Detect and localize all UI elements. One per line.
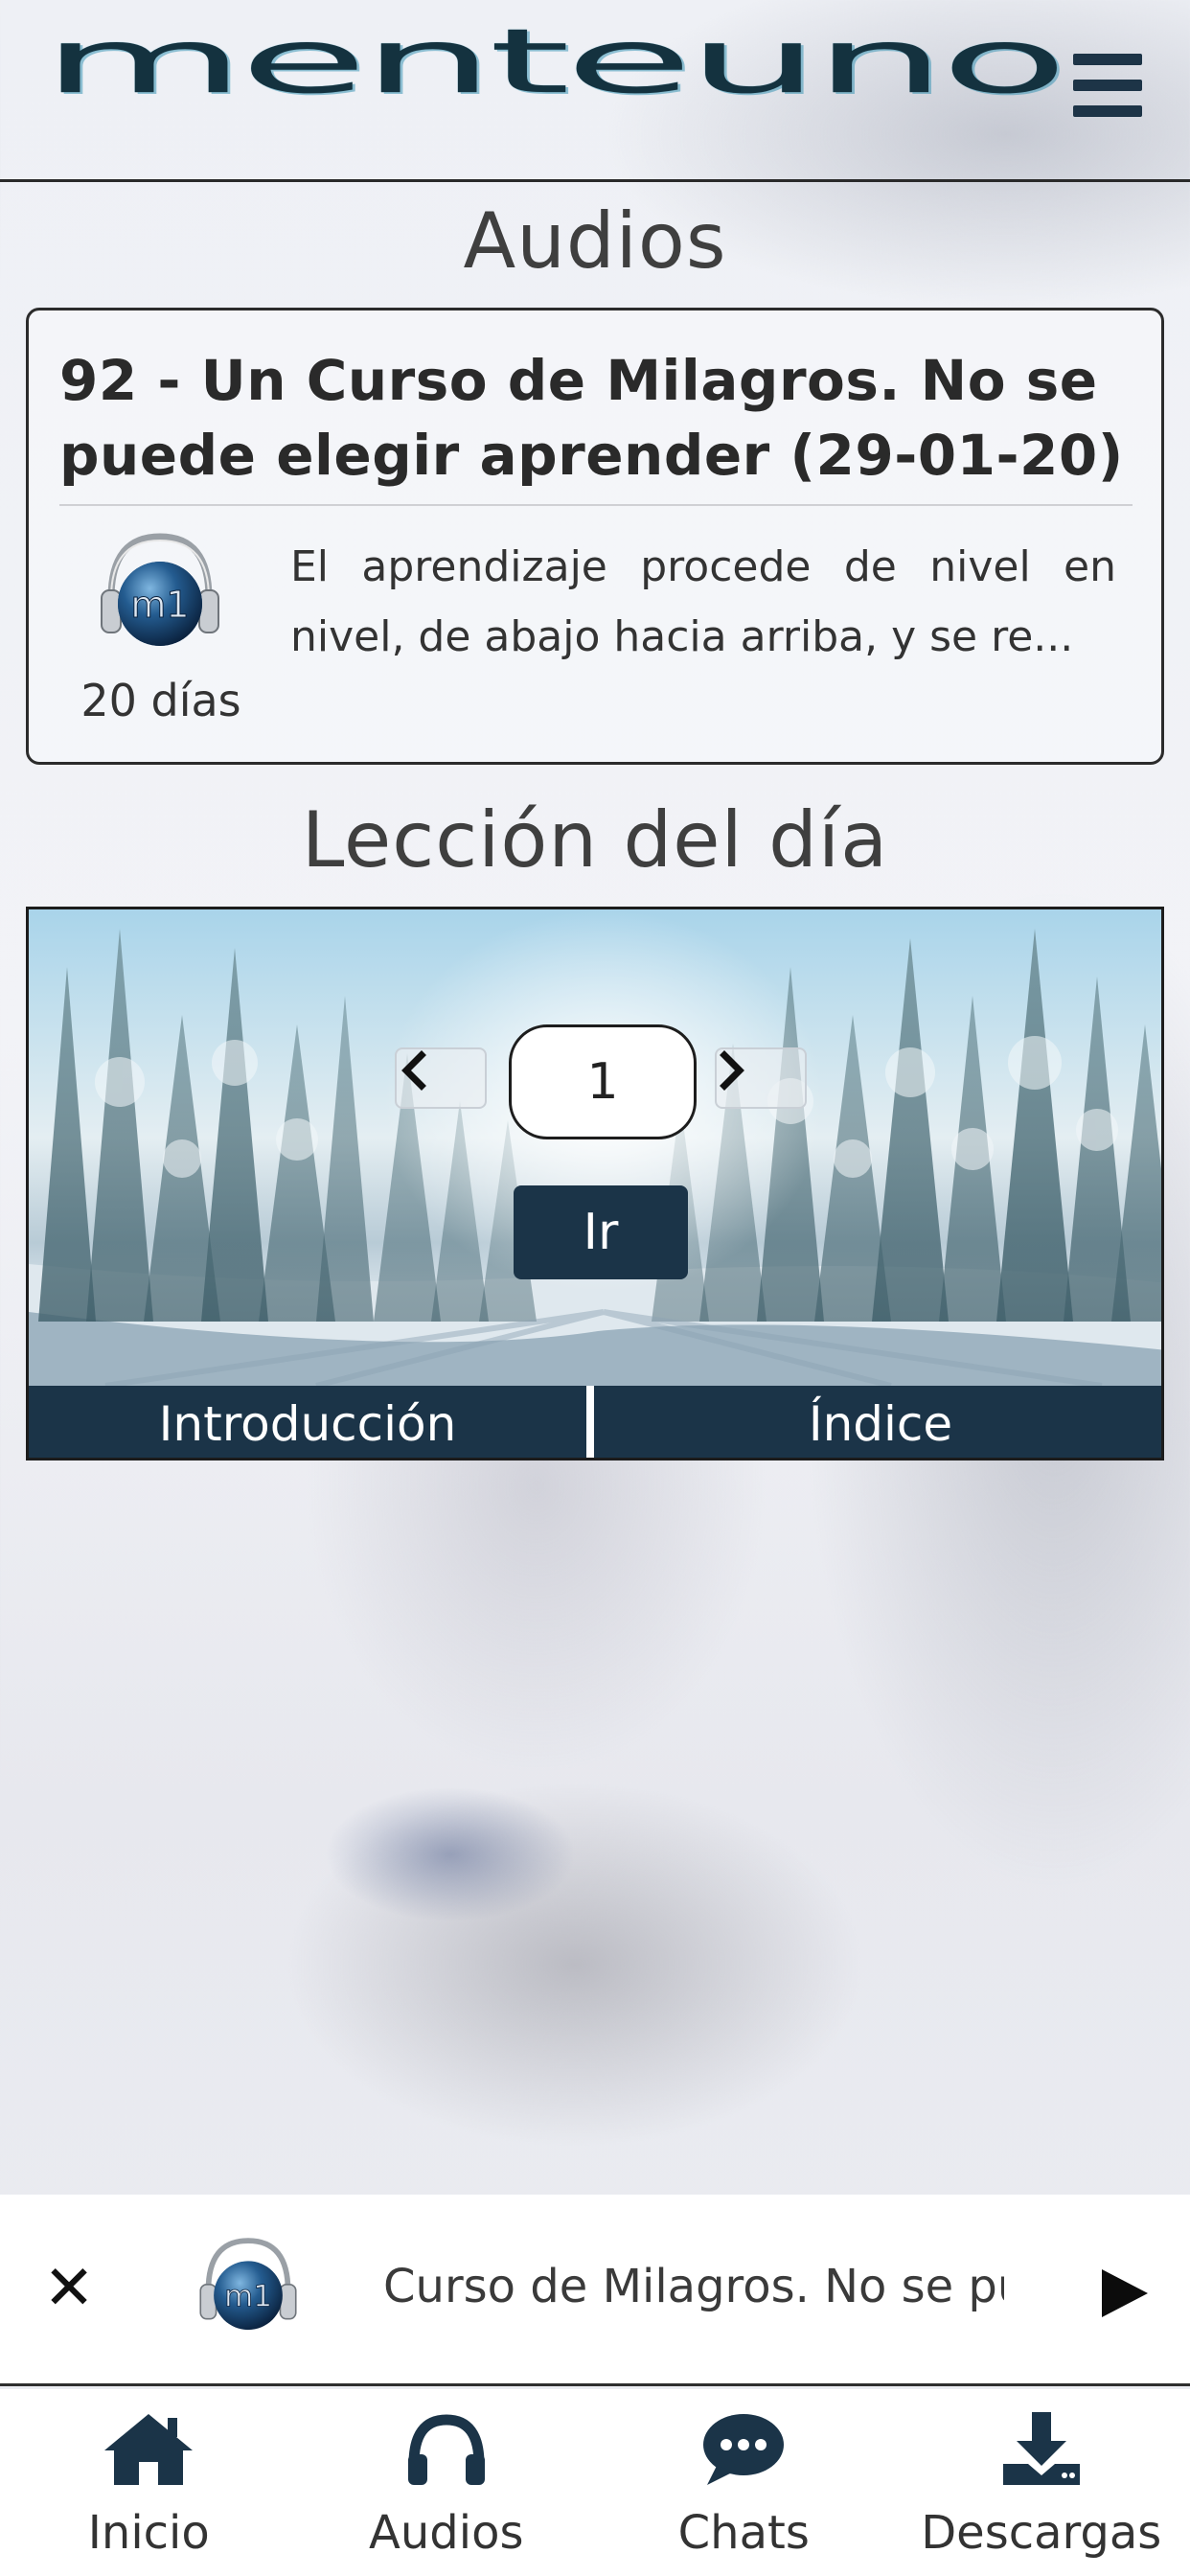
hamburger-menu-icon[interactable] (1073, 54, 1142, 117)
lesson-number-input[interactable]: 1 (509, 1024, 697, 1139)
audio-card-title[interactable]: 92 - Un Curso de Milagros. No se puede e… (59, 343, 1133, 494)
m1-avatar-icon: m1 (101, 533, 219, 646)
m1-avatar-icon: m1 (199, 2238, 297, 2331)
nav-item-audios[interactable]: Audios (298, 2389, 596, 2576)
close-icon[interactable]: ✕ (34, 2254, 103, 2323)
now-playing-title[interactable]: Curso de Milagros. No se puede elegir ap… (383, 2260, 1004, 2327)
tab-indice[interactable]: Índice (594, 1386, 1161, 1458)
nav-item-descargas[interactable]: Descargas (893, 2389, 1190, 2576)
menteuno-logo[interactable]: menteuno (42, 17, 1068, 151)
svg-text:m1: m1 (224, 2280, 272, 2314)
audio-card[interactable]: 92 - Un Curso de Milagros. No se puede e… (26, 308, 1164, 765)
home-icon (104, 2414, 194, 2485)
headphones-icon (407, 2414, 485, 2485)
chevron-left-icon (401, 1050, 426, 1091)
nav-label-audios: Audios (369, 2506, 524, 2560)
previous-lesson-button[interactable] (395, 1047, 487, 1109)
chevron-right-icon (720, 1050, 744, 1091)
divider (59, 504, 1133, 506)
bottom-navigation: Inicio Audios Chats Descargas (0, 2389, 1190, 2576)
nav-item-chats[interactable]: Chats (595, 2389, 893, 2576)
download-icon (1002, 2412, 1080, 2485)
next-lesson-button[interactable] (715, 1047, 807, 1109)
app-header: menteuno (0, 0, 1190, 182)
audio-description: El aprendizaje procede de nivel en nivel… (290, 542, 1116, 661)
svg-text:m1: m1 (130, 584, 189, 626)
go-button[interactable]: Ir (514, 1185, 688, 1279)
nav-label-inicio: Inicio (87, 2506, 210, 2560)
tab-introduccion[interactable]: Introducción (29, 1386, 594, 1458)
lesson-panel: 1 Ir Introducción Índice (26, 907, 1164, 1460)
logo-text: menteuno (42, 10, 1068, 114)
mini-player: ✕ m1 Curso de Milagros. No se puede eleg… (0, 2195, 1190, 2386)
play-icon[interactable] (1088, 2260, 1156, 2327)
nav-label-chats: Chats (677, 2506, 810, 2560)
snowy-forest-image: 1 Ir (29, 909, 1161, 1386)
lesson-section-title: Lección del día (301, 795, 889, 885)
nav-item-inicio[interactable]: Inicio (0, 2389, 298, 2576)
audios-section-title: Audios (463, 196, 727, 286)
chat-bubble-icon (703, 2414, 785, 2485)
nav-label-descargas: Descargas (921, 2506, 1162, 2560)
audio-age: 20 días (80, 675, 241, 726)
lesson-tabs: Introducción Índice (29, 1386, 1161, 1458)
